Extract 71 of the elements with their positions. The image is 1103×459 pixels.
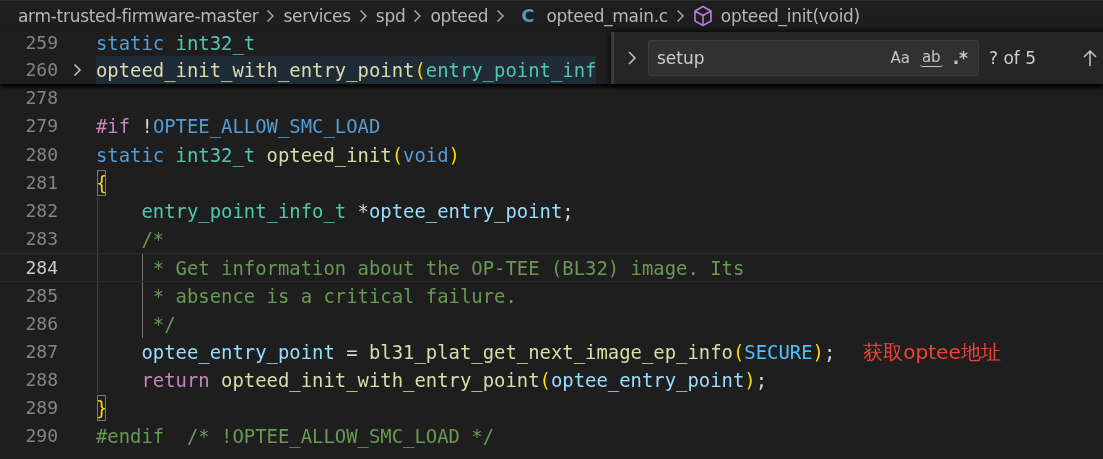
code-token: = [345,339,359,365]
code-token: { [96,168,108,197]
find-option-toggle[interactable]: ab [919,49,943,67]
breadcrumb-item[interactable]: spd [375,5,406,26]
code-token: OPTEE_ALLOW_SMC_LOAD [152,114,381,140]
code-token: bl31_plat_get_next_image_ep_info [368,339,733,366]
chevron-right-icon [496,8,506,23]
code-token: ; [755,368,768,394]
code-token: optee_entry_point [368,198,563,225]
line-number: 260 [24,58,58,82]
line-number: 289 [24,396,58,421]
find-input-field[interactable]: setup Aa ab .* [648,40,979,76]
line-number: 288 [24,368,58,393]
breadcrumb-item[interactable]: opteed_main.c [546,5,668,26]
find-option-toggle[interactable]: Aa [888,48,912,68]
line-number: 290 [24,424,58,449]
code-token: ; [562,198,574,224]
line-number: 285 [24,283,58,308]
c-file-icon: C [521,5,535,26]
find-option-toggle[interactable]: .* [950,47,970,69]
chevron-right-icon [358,8,368,23]
code-token: ) [812,339,824,365]
code-token: opteed_init_with_entry_point [220,368,540,394]
line-number: 279 [24,114,58,139]
line-number: 287 [24,339,58,364]
line-number: 280 [24,142,58,167]
code-token: ( [732,339,745,365]
line-number: 283 [24,227,58,252]
code-token: SECURE [744,339,813,365]
cube-icon [692,4,713,27]
code-token: ! [140,114,153,140]
code-token: ( [391,142,404,168]
code-token: ( [539,368,551,394]
code-token: optee_entry_point [550,368,745,394]
arrow-up-icon[interactable] [1082,48,1099,68]
code-token: int32_t [174,31,256,56]
match-count: ? of 5 [989,48,1037,68]
line-number: 278 [24,86,58,111]
code-token: ; [823,339,836,365]
code-token: entry_point_inf [425,58,597,84]
code-token: static [96,31,165,56]
line-number: 282 [24,198,58,223]
line-number: 284 [24,256,58,281]
code-token: static [96,142,165,168]
line-number: 281 [24,170,58,195]
fold-chevron-icon[interactable] [72,63,82,78]
chevron-right-icon [675,8,685,23]
line-number: 259 [24,31,58,55]
code-token: * [356,198,369,224]
breadcrumb-item[interactable]: arm-trusted-firmware-master [18,5,259,26]
code-token: entry_point_info_t [140,198,347,225]
code-token: ( [414,58,426,83]
code-token: } [96,394,108,423]
code-token: void [403,142,449,168]
code-token: opteed_init_with_entry_point [96,58,415,84]
code-token: ) [744,368,756,394]
annotation-text: 获取optee地址 [863,338,1001,366]
code-token: ) [448,142,460,168]
breadcrumb-item[interactable]: opteed [430,5,489,26]
code-token: /* [140,227,165,253]
chevron-right-icon [266,8,276,23]
code-token: #endif /* !OPTEE_ALLOW_SMC_LOAD */ [96,424,495,450]
breadcrumb-item[interactable]: services [283,5,351,26]
code-token: optee_entry_point [140,339,335,366]
code-token: return [140,368,210,394]
line-number: 286 [24,311,58,336]
code-token: int32_t [174,142,256,169]
breadcrumb-item[interactable]: opteed_init(void) [720,5,860,26]
code-token: #if [96,114,131,140]
code-token: opteed_init [265,142,392,169]
chevron-right-icon [413,8,423,23]
